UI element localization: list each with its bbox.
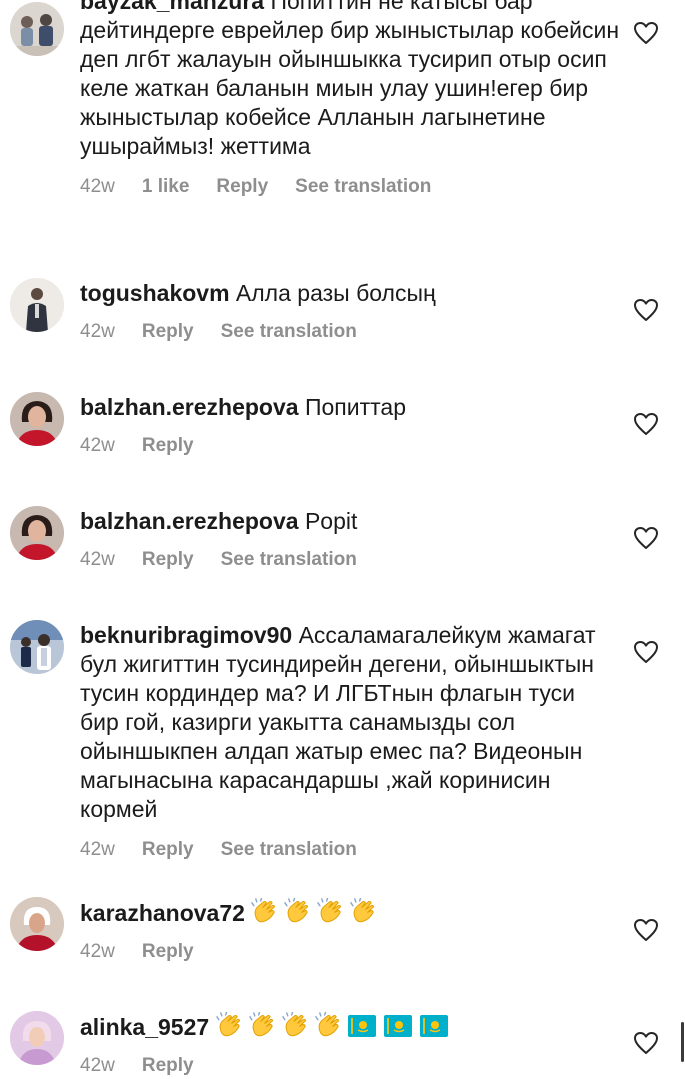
comment-age: 42w xyxy=(80,435,115,456)
comment-text: balzhan.erezhepova Popit xyxy=(80,507,620,536)
kazakhstan-flag-emoji xyxy=(347,1015,376,1037)
kazakhstan-flag-emoji xyxy=(383,1015,412,1037)
heart-outline-icon[interactable] xyxy=(633,298,659,322)
comment-message: Попиттин не катысы бар дейтиндерге еврей… xyxy=(80,0,620,159)
comment-username[interactable]: balzhan.erezhepova xyxy=(80,394,299,420)
heart-outline-icon[interactable] xyxy=(633,640,659,664)
comment-likes-count[interactable]: 1 like xyxy=(142,175,190,199)
clapping-hands-emoji xyxy=(248,1012,276,1039)
clapping-hands-emoji xyxy=(317,898,344,925)
comment-text: alinka_9527 xyxy=(80,1012,620,1042)
comment-text: bayzak_manzura Попиттин не катысы бар де… xyxy=(80,0,620,161)
see-translation-button[interactable]: See translation xyxy=(221,548,357,572)
comment-age: 42w xyxy=(80,176,115,197)
reply-button[interactable]: Reply xyxy=(142,838,194,862)
clapping-hands-emoji xyxy=(215,1012,243,1039)
reply-button[interactable]: Reply xyxy=(142,548,194,572)
reply-button[interactable]: Reply xyxy=(142,940,194,964)
comment-username[interactable]: alinka_9527 xyxy=(80,1014,209,1040)
clapping-hands-emoji xyxy=(314,1012,342,1039)
comment-username[interactable]: togushakovm xyxy=(80,280,230,306)
clapping-hands-emoji xyxy=(284,898,311,925)
avatar[interactable] xyxy=(10,1011,64,1065)
avatar[interactable] xyxy=(10,620,64,674)
heart-outline-icon[interactable] xyxy=(633,21,659,45)
comment-age: 42w xyxy=(80,1055,115,1076)
clapping-hands-emoji xyxy=(350,898,377,925)
comment-age: 42w xyxy=(80,321,115,342)
comment-username[interactable]: beknuribragimov90 xyxy=(80,622,292,648)
avatar[interactable] xyxy=(10,897,64,951)
comment-text: togushakovm Алла разы болсың xyxy=(80,279,620,308)
see-translation-button[interactable]: See translation xyxy=(295,175,431,199)
comment-message: Алла разы болсың xyxy=(235,280,436,306)
comment-message: Popit xyxy=(304,508,358,534)
comment-text: karazhanova72 xyxy=(80,898,620,928)
heart-outline-icon[interactable] xyxy=(633,1031,659,1055)
comment-username[interactable]: bayzak_manzura xyxy=(80,0,264,14)
comment-age: 42w xyxy=(80,941,115,962)
clapping-hands-emoji xyxy=(251,898,278,925)
comment-username[interactable]: balzhan.erezhepova xyxy=(80,508,299,534)
comment-text: balzhan.erezhepova Попиттар xyxy=(80,393,620,422)
reply-button[interactable]: Reply xyxy=(142,434,194,458)
scrollbar[interactable] xyxy=(681,1022,684,1062)
heart-outline-icon[interactable] xyxy=(633,412,659,436)
comment-message: Попиттар xyxy=(304,394,406,420)
avatar[interactable] xyxy=(10,2,64,56)
avatar[interactable] xyxy=(10,278,64,332)
comments-list: bayzak_manzura Попиттин не катысы бар де… xyxy=(0,0,685,1079)
reply-button[interactable]: Reply xyxy=(142,1054,194,1078)
avatar[interactable] xyxy=(10,392,64,446)
comment-message: Ассаламагалейкум жамагат бул жигиттин ту… xyxy=(80,622,596,822)
avatar[interactable] xyxy=(10,506,64,560)
heart-outline-icon[interactable] xyxy=(633,918,659,942)
heart-outline-icon[interactable] xyxy=(633,526,659,550)
clapping-hands-emoji xyxy=(281,1012,309,1039)
reply-button[interactable]: Reply xyxy=(142,320,194,344)
reply-button[interactable]: Reply xyxy=(216,175,268,199)
comment-age: 42w xyxy=(80,839,115,860)
comment-age: 42w xyxy=(80,549,115,570)
see-translation-button[interactable]: See translation xyxy=(221,838,357,862)
kazakhstan-flag-emoji xyxy=(419,1015,448,1037)
comment-username[interactable]: karazhanova72 xyxy=(80,900,245,926)
comment-text: beknuribragimov90 Ассаламагалейкум жамаг… xyxy=(80,621,620,824)
see-translation-button[interactable]: See translation xyxy=(221,320,357,344)
